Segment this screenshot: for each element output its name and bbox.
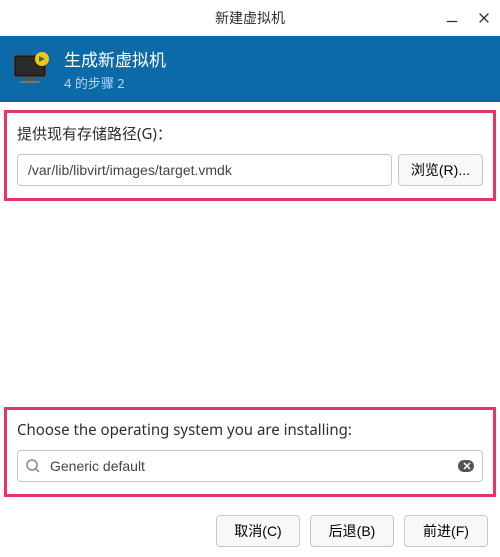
spacer <box>0 209 500 399</box>
wizard-header: 生成新虚拟机 4 的步骤 2 <box>0 36 500 102</box>
clear-icon[interactable] <box>457 457 475 475</box>
close-button[interactable] <box>476 10 492 26</box>
os-search-input[interactable] <box>17 450 483 482</box>
os-label: Choose the operating system you are inst… <box>17 420 483 440</box>
close-icon <box>477 11 491 25</box>
wizard-step: 4 的步骤 2 <box>64 73 166 92</box>
minimize-button[interactable] <box>444 10 460 26</box>
forward-button[interactable]: 前进(F) <box>404 515 488 547</box>
os-search-wrap <box>17 450 483 482</box>
wizard-header-text: 生成新虚拟机 4 的步骤 2 <box>64 46 166 92</box>
minimize-icon <box>445 11 459 25</box>
storage-path-row: 浏览(R)... <box>17 154 483 186</box>
wizard-footer: 取消(C) 后退(B) 前进(F) <box>0 505 500 557</box>
wizard-content: 提供现有存储路径(G)： 浏览(R)... Choose the operati… <box>0 110 500 497</box>
storage-path-input[interactable] <box>17 154 392 186</box>
storage-path-label: 提供现有存储路径(G)： <box>17 123 483 144</box>
wizard-title: 生成新虚拟机 <box>64 46 166 71</box>
window-title: 新建虚拟机 <box>215 8 285 28</box>
window-controls <box>444 0 492 36</box>
os-section: Choose the operating system you are inst… <box>4 407 496 497</box>
titlebar: 新建虚拟机 <box>0 0 500 36</box>
storage-section: 提供现有存储路径(G)： 浏览(R)... <box>4 110 496 201</box>
monitor-icon <box>12 51 52 87</box>
browse-button[interactable]: 浏览(R)... <box>398 154 483 186</box>
back-button[interactable]: 后退(B) <box>310 515 394 547</box>
cancel-button[interactable]: 取消(C) <box>216 515 300 547</box>
